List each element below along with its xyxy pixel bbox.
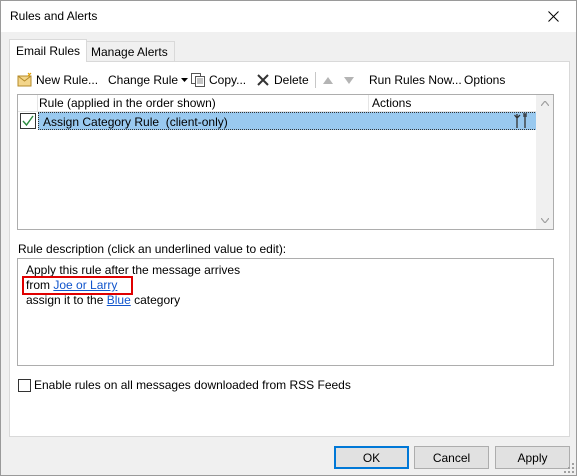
rules-list-scrollbar[interactable] xyxy=(536,95,553,229)
cancel-button[interactable]: Cancel xyxy=(414,446,489,469)
rule-name: Assign Category Rule (client-only) xyxy=(43,115,228,129)
options-button[interactable]: Options xyxy=(464,70,505,90)
change-rule-label: Change Rule xyxy=(108,73,179,87)
move-up-button[interactable] xyxy=(323,70,333,90)
rule-description-label: Rule description (click an underlined va… xyxy=(18,242,287,256)
new-rule-button[interactable]: New Rule... xyxy=(17,70,98,90)
new-rule-label: New Rule... xyxy=(36,73,99,87)
description-line-1-text: Apply this rule after the message arrive… xyxy=(26,263,241,277)
tab-email-rules-label: Email Rules xyxy=(16,44,81,58)
rules-list-header: Rule (applied in the order shown) Action… xyxy=(18,95,537,112)
rules-list: Rule (applied in the order shown) Action… xyxy=(17,94,554,230)
arrow-down-icon xyxy=(344,76,354,84)
button-bar xyxy=(1,438,576,475)
header-actions[interactable]: Actions xyxy=(372,96,411,110)
toolbar-separator xyxy=(315,72,316,88)
copy-icon xyxy=(191,73,205,87)
rss-checkbox[interactable] xyxy=(18,378,31,392)
description-line-3-suffix: category xyxy=(130,293,181,307)
copy-button[interactable]: Copy... xyxy=(190,70,246,90)
delete-icon xyxy=(257,74,269,86)
scroll-up-button[interactable] xyxy=(536,95,553,112)
tab-manage-alerts-label: Manage Alerts xyxy=(91,45,168,59)
title-bar: Rules and Alerts xyxy=(1,1,576,32)
new-rule-icon xyxy=(17,72,32,87)
chevron-down-small-icon xyxy=(540,218,549,223)
chevron-up-icon xyxy=(540,101,549,106)
ok-button-label: OK xyxy=(362,450,381,465)
apply-button[interactable]: Apply xyxy=(495,446,570,469)
from-people-link[interactable]: Joe or Larry xyxy=(53,278,117,292)
delete-label: Delete xyxy=(274,73,309,87)
close-button[interactable] xyxy=(531,1,576,31)
ok-button[interactable]: OK xyxy=(334,446,409,469)
rss-option[interactable]: Enable rules on all messages downloaded … xyxy=(18,378,351,392)
rule-enabled-checkbox[interactable] xyxy=(20,113,36,129)
description-line-3: assign it to the Blue category xyxy=(26,293,180,307)
cancel-button-label: Cancel xyxy=(432,450,471,465)
chevron-down-icon xyxy=(181,78,189,82)
description-line-1: Apply this rule after the message arrive… xyxy=(26,263,240,277)
rules-toolbar: New Rule... Change Rule Copy... Delete R… xyxy=(9,70,559,90)
apply-button-label: Apply xyxy=(517,450,548,465)
header-divider xyxy=(368,95,369,111)
resize-grip-icon[interactable] xyxy=(564,463,574,473)
options-label: Options xyxy=(464,73,506,87)
tab-email-rules[interactable]: Email Rules xyxy=(9,39,88,62)
rss-option-label: Enable rules on all messages downloaded … xyxy=(34,378,351,392)
header-rule[interactable]: Rule (applied in the order shown) xyxy=(39,96,369,111)
move-down-button[interactable] xyxy=(344,70,354,90)
run-rules-now-label: Run Rules Now... xyxy=(369,73,462,87)
delete-button[interactable]: Delete xyxy=(255,70,309,90)
run-rules-now-button[interactable]: Run Rules Now... xyxy=(369,70,462,90)
arrow-up-icon xyxy=(323,76,333,84)
description-line-2: from Joe or Larry xyxy=(26,278,117,292)
description-line-2-prefix: from xyxy=(26,278,54,292)
close-icon xyxy=(548,10,559,22)
window-title: Rules and Alerts xyxy=(10,9,98,23)
description-line-3-prefix: assign it to the xyxy=(26,293,107,307)
rule-row[interactable]: Assign Category Rule (client-only) xyxy=(18,112,537,130)
rule-description-box: Apply this rule after the message arrive… xyxy=(17,258,554,366)
tab-manage-alerts[interactable]: Manage Alerts xyxy=(84,41,175,61)
category-link[interactable]: Blue xyxy=(107,293,131,307)
rule-actions-icon[interactable] xyxy=(514,113,530,129)
rule-name-cell[interactable]: Assign Category Rule (client-only) xyxy=(38,112,537,130)
header-checkbox-column xyxy=(18,95,38,111)
change-rule-button[interactable]: Change Rule xyxy=(108,70,189,90)
scroll-down-button[interactable] xyxy=(536,212,553,229)
copy-label: Copy... xyxy=(209,73,247,87)
rules-and-alerts-dialog: Rules and Alerts Email Rules Manage Aler… xyxy=(0,0,577,476)
